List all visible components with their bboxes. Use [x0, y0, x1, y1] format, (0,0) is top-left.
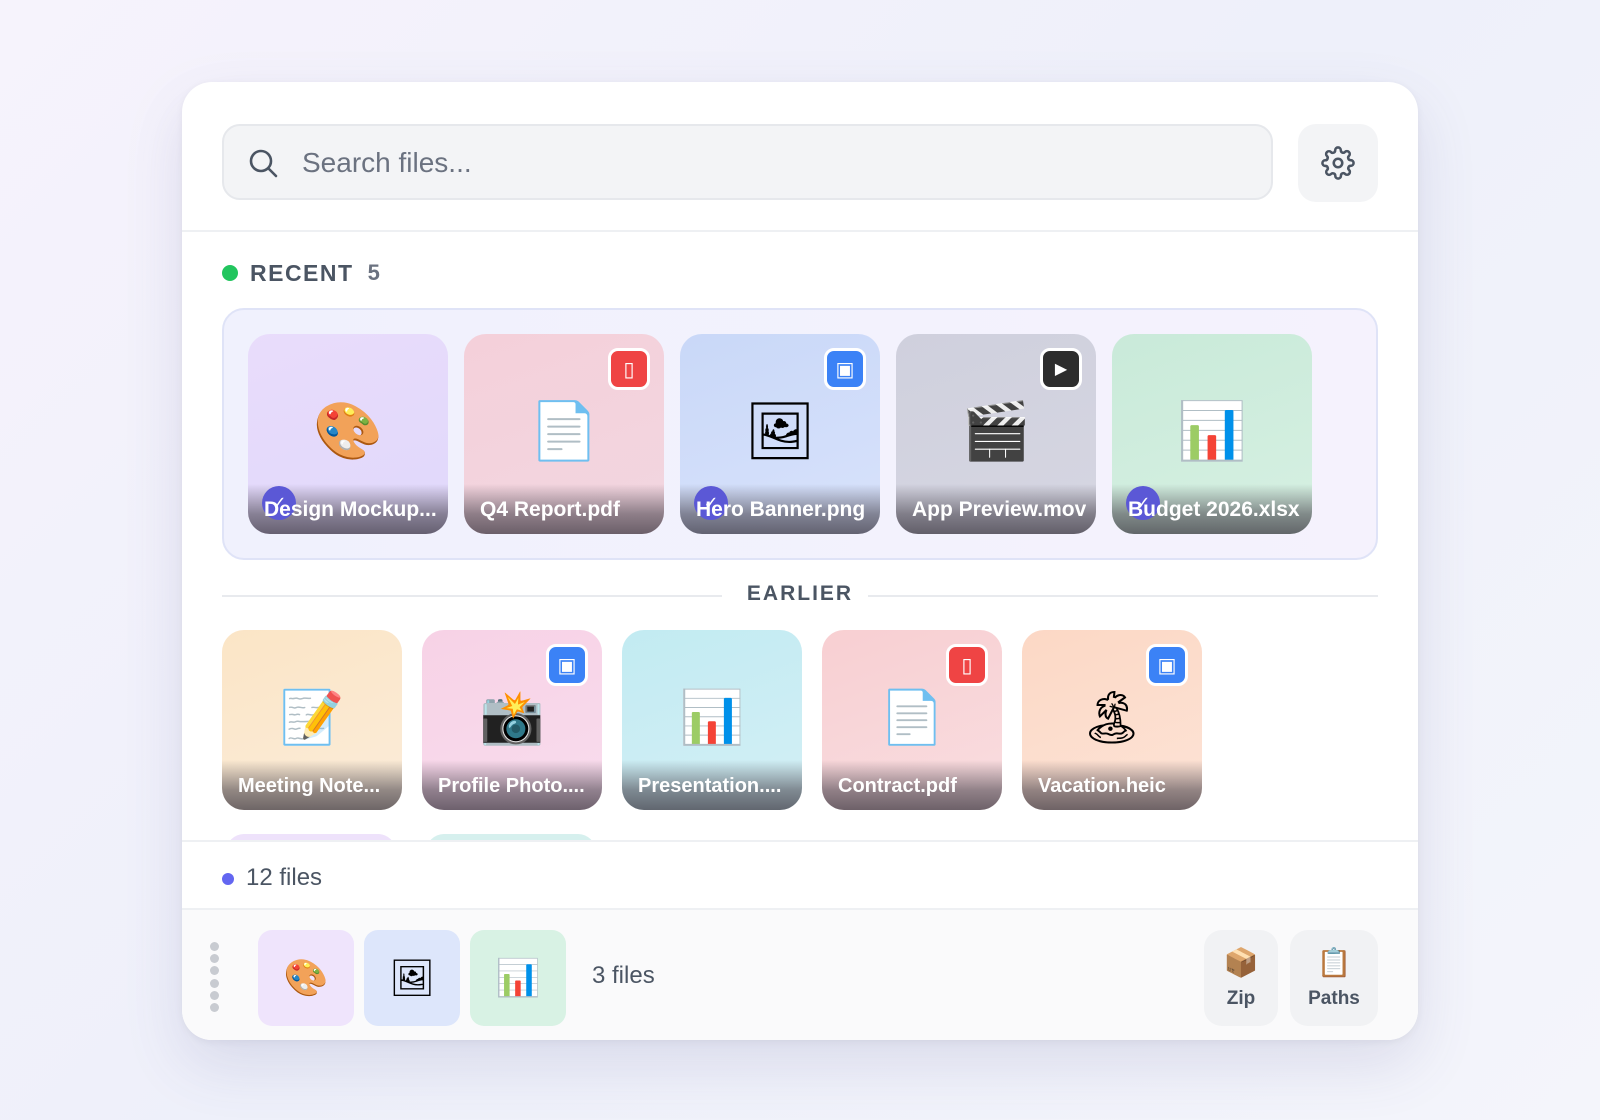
recent-count: 5: [367, 260, 380, 285]
camera-flash-icon: 📸: [479, 688, 545, 748]
file-tile-design-mockup[interactable]: 🎨 ✓ Design Mockup...: [248, 334, 448, 534]
selected-thumb-picture[interactable]: 🖼: [364, 930, 460, 1026]
file-tile-hero-banner[interactable]: ▣ 🖼 ✓ Hero Banner.png: [680, 334, 880, 534]
pdf-icon: ▯: [946, 644, 988, 686]
file-name: Contract.pdf: [838, 775, 957, 797]
file-tile-profile-photo[interactable]: ▣ 📸 Profile Photo....: [422, 630, 602, 810]
file-name: Q4 Report.pdf: [480, 498, 620, 521]
package-icon: 📦: [1223, 946, 1259, 979]
paths-label: Paths: [1308, 988, 1360, 1009]
paths-button[interactable]: 📋 Paths: [1290, 930, 1378, 1026]
image-icon: ▣: [824, 348, 866, 390]
drag-handle[interactable]: [210, 942, 220, 1012]
palette-icon: 🎨: [313, 399, 383, 464]
file-tile-contract[interactable]: ▯ 📄 Contract.pdf: [822, 630, 1002, 810]
document-icon: 📄: [529, 399, 599, 464]
recent-header: RECENT 5: [222, 258, 380, 288]
file-tile-vacation[interactable]: ▣ 🏝 Vacation.heic: [1022, 630, 1202, 810]
clipboard-icon: 📋: [1316, 946, 1352, 979]
file-name: Hero Banner.png: [696, 498, 866, 521]
settings-button[interactable]: [1298, 124, 1378, 202]
clapper-board-icon: 🎬: [961, 399, 1031, 464]
file-tile-presentation[interactable]: 📊 Presentation....: [622, 630, 802, 810]
palette-icon: 🎨: [283, 958, 329, 999]
image-icon: ▣: [1146, 644, 1188, 686]
selection-tray: 🎨 🖼 📊 3 files 📦 Zip 📋 Paths: [182, 910, 1418, 1040]
bar-chart-icon: 📊: [495, 958, 541, 999]
file-name: Design Mockup...: [264, 498, 437, 521]
file-tile-q4-report[interactable]: ▯ 📄 Q4 Report.pdf: [464, 334, 664, 534]
status-bar: 12 files: [182, 840, 1418, 910]
image-icon: ▣: [546, 644, 588, 686]
search-icon: [249, 149, 278, 178]
earlier-title: EARLIER: [746, 582, 854, 605]
selected-thumb-chart[interactable]: 📊: [470, 930, 566, 1026]
pdf-icon: ▯: [608, 348, 650, 390]
selected-count: 3 files: [592, 962, 655, 989]
file-tile-app-preview[interactable]: ▶ 🎬 App Preview.mov: [896, 334, 1096, 534]
recent-status-dot: [222, 265, 238, 281]
file-name: Budget 2026.xlsx: [1128, 498, 1300, 521]
file-name: Presentation....: [638, 775, 782, 797]
recent-files-group: 🎨 ✓ Design Mockup... ▯ 📄 Q4 Report.pdf ▣…: [222, 308, 1378, 560]
file-picker-panel: RECENT 5 🎨 ✓ Design Mockup... ▯ 📄 Q4 Rep…: [182, 82, 1418, 1040]
gear-icon: [1321, 146, 1355, 180]
bar-chart-icon: 📊: [679, 688, 745, 748]
file-name: Profile Photo....: [438, 775, 585, 797]
search-row: [222, 124, 1378, 202]
play-icon: ▶: [1040, 348, 1082, 390]
header-divider: [182, 230, 1418, 232]
search-input[interactable]: [302, 140, 1242, 186]
zip-label: Zip: [1226, 988, 1256, 1009]
island-icon: 🏝: [1078, 688, 1145, 748]
file-name: Meeting Note...: [238, 775, 381, 797]
earlier-divider-right: [868, 595, 1378, 597]
framed-picture-icon: 🖼: [389, 958, 435, 999]
file-tile-meeting-notes[interactable]: 📝 Meeting Note...: [222, 630, 402, 810]
framed-picture-icon: 🖼: [744, 399, 816, 464]
file-tile-budget-2026[interactable]: 📊 ✓ Budget 2026.xlsx: [1112, 334, 1312, 534]
selected-thumb-palette[interactable]: 🎨: [258, 930, 354, 1026]
document-icon: 📄: [879, 688, 945, 748]
search-box[interactable]: [222, 124, 1273, 200]
file-count: 12 files: [246, 864, 323, 891]
status-dot: [222, 873, 234, 885]
memo-icon: 📝: [279, 688, 345, 748]
file-name: Vacation.heic: [1038, 775, 1166, 797]
file-name: App Preview.mov: [912, 498, 1086, 521]
recent-title: RECENT: [250, 259, 354, 286]
zip-button[interactable]: 📦 Zip: [1204, 930, 1278, 1026]
bar-chart-icon: 📊: [1177, 399, 1247, 464]
earlier-header: EARLIER: [222, 580, 1378, 610]
